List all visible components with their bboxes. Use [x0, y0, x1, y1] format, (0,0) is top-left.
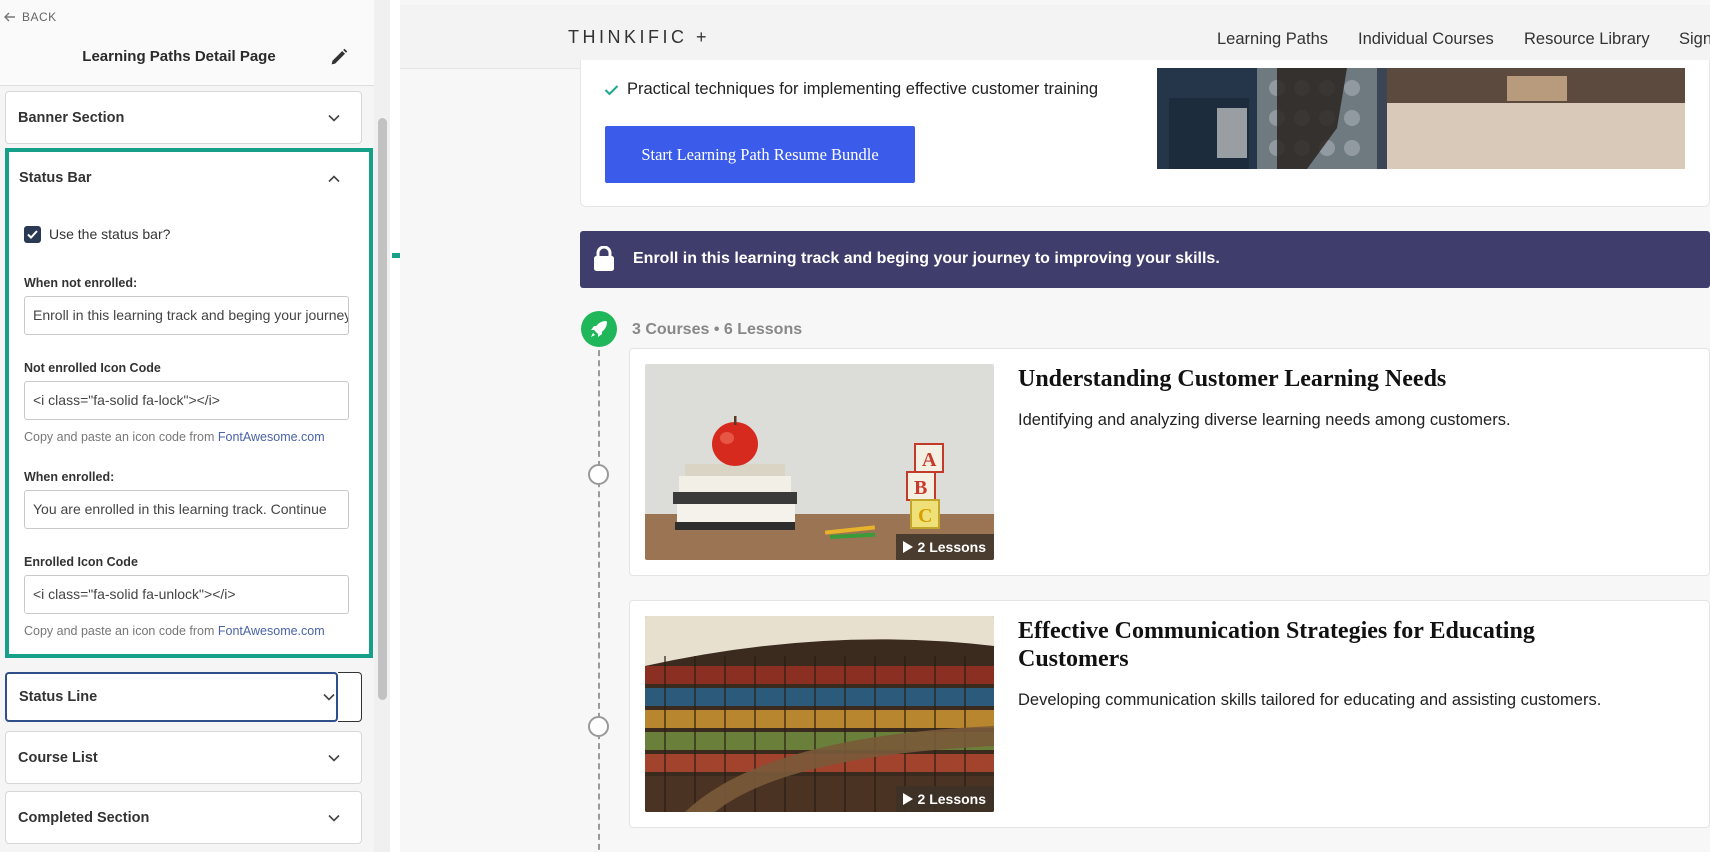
lock-icon — [594, 246, 614, 271]
timeline-dot — [588, 464, 609, 485]
section-completed-label: Completed Section — [18, 809, 150, 826]
section-course-list-label: Course List — [18, 749, 98, 766]
status-bar-message: Enroll in this learning track and beging… — [633, 250, 1220, 267]
editor-header: BACK Learning Paths Detail Page — [0, 0, 374, 86]
chevron-down-icon — [328, 754, 340, 762]
lessons-badge: 2 Lessons — [895, 786, 994, 812]
svg-text:C: C — [918, 505, 932, 527]
pencil-icon[interactable] — [328, 46, 350, 68]
section-status-line[interactable]: Status Line — [5, 672, 338, 722]
nav-individual-courses[interactable]: Individual Courses — [1358, 30, 1494, 49]
nav-resource-library[interactable]: Resource Library — [1524, 30, 1650, 49]
library-shelves-image — [645, 616, 994, 812]
rocket-icon — [581, 311, 617, 347]
section-status-line-label: Status Line — [19, 689, 98, 705]
help-prefix: Copy and paste an icon code from — [24, 430, 215, 444]
lessons-count: 2 Lessons — [917, 791, 986, 807]
not-enrolled-label: When not enrolled: — [24, 276, 138, 290]
arrow-left-icon — [4, 12, 15, 22]
enrolled-label: When enrolled: — [24, 470, 115, 484]
course-description: Identifying and analyzing diverse learni… — [1018, 411, 1511, 429]
hero-bullet-text: Practical techniques for implementing ef… — [627, 80, 1099, 98]
apple-books-image: A B C — [645, 364, 994, 560]
status-line-edge — [338, 672, 362, 722]
help-prefix: Copy and paste an icon code from — [24, 624, 215, 638]
back-button[interactable]: BACK — [4, 10, 57, 24]
lessons-count: 2 Lessons — [917, 539, 986, 555]
section-status-bar-label: Status Bar — [19, 170, 92, 186]
course-card[interactable]: 2 Lessons Effective Communication Strate… — [629, 600, 1710, 828]
use-status-bar-checkbox[interactable] — [24, 226, 41, 243]
chevron-down-icon — [323, 693, 335, 701]
page-preview: THINKIFIC + Learning Paths Individual Co… — [400, 0, 1710, 852]
fontawesome-link[interactable]: FontAwesome.com — [218, 430, 325, 444]
icon-help-text: Copy and paste an icon code from FontAwe… — [24, 624, 325, 638]
svg-text:B: B — [914, 477, 927, 499]
timeline-dot — [588, 716, 609, 737]
course-title[interactable]: Effective Communication Strategies for E… — [1018, 617, 1618, 673]
svg-text:A: A — [922, 449, 937, 471]
chevron-down-icon — [328, 814, 340, 822]
check-icon — [604, 84, 619, 95]
course-card[interactable]: A B C 2 Lessons Understanding Customer L… — [629, 348, 1710, 576]
chevron-up-icon[interactable] — [327, 172, 341, 186]
site-logo[interactable]: THINKIFIC + — [568, 27, 710, 48]
fontawesome-link[interactable]: FontAwesome.com — [218, 624, 325, 638]
editor-panel: BACK Learning Paths Detail Page Banner S… — [0, 0, 390, 852]
use-status-bar-label: Use the status bar? — [49, 226, 171, 242]
play-icon — [902, 793, 913, 805]
editor-scrollbar-thumb[interactable] — [378, 118, 387, 700]
nav-sign-in[interactable]: Sign — [1679, 30, 1710, 49]
check-icon — [27, 230, 38, 239]
hero-image — [1157, 68, 1685, 169]
section-banner[interactable]: Banner Section — [5, 91, 362, 144]
lessons-badge: 2 Lessons — [895, 534, 994, 560]
not-enrolled-text-field[interactable]: Enroll in this learning track and beging… — [24, 296, 349, 335]
course-thumbnail: 2 Lessons — [645, 616, 994, 812]
chevron-down-icon — [328, 114, 340, 122]
enrolled-icon-field[interactable]: <i class="fa-solid fa-unlock"></i> — [24, 575, 349, 614]
status-bar: Enroll in this learning track and beging… — [580, 231, 1710, 288]
start-learning-path-button[interactable]: Start Learning Path Resume Bundle — [605, 126, 915, 183]
play-icon — [902, 541, 913, 553]
course-description: Developing communication skills tailored… — [1018, 691, 1602, 709]
not-enrolled-icon-field[interactable]: <i class="fa-solid fa-lock"></i> — [24, 381, 349, 420]
section-status-bar: Status Bar Use the status bar? When not … — [5, 148, 373, 658]
page-title: Learning Paths Detail Page — [82, 48, 276, 65]
enrolled-text-field[interactable]: You are enrolled in this learning track.… — [24, 490, 349, 529]
back-label: BACK — [22, 10, 57, 24]
nav-learning-paths[interactable]: Learning Paths — [1217, 30, 1328, 49]
section-course-list[interactable]: Course List — [5, 731, 362, 784]
section-completed[interactable]: Completed Section — [5, 791, 362, 844]
section-banner-label: Banner Section — [18, 109, 125, 126]
enrolled-icon-label: Enrolled Icon Code — [24, 555, 138, 569]
course-title[interactable]: Understanding Customer Learning Needs — [1018, 365, 1618, 393]
course-thumbnail: A B C 2 Lessons — [645, 364, 994, 560]
icon-help-text: Copy and paste an icon code from FontAwe… — [24, 430, 325, 444]
hero-bullet: Practical techniques for implementing ef… — [604, 80, 1098, 99]
course-lesson-count: 3 Courses • 6 Lessons — [632, 321, 803, 338]
not-enrolled-icon-label: Not enrolled Icon Code — [24, 361, 161, 375]
timeline-line — [598, 330, 600, 852]
